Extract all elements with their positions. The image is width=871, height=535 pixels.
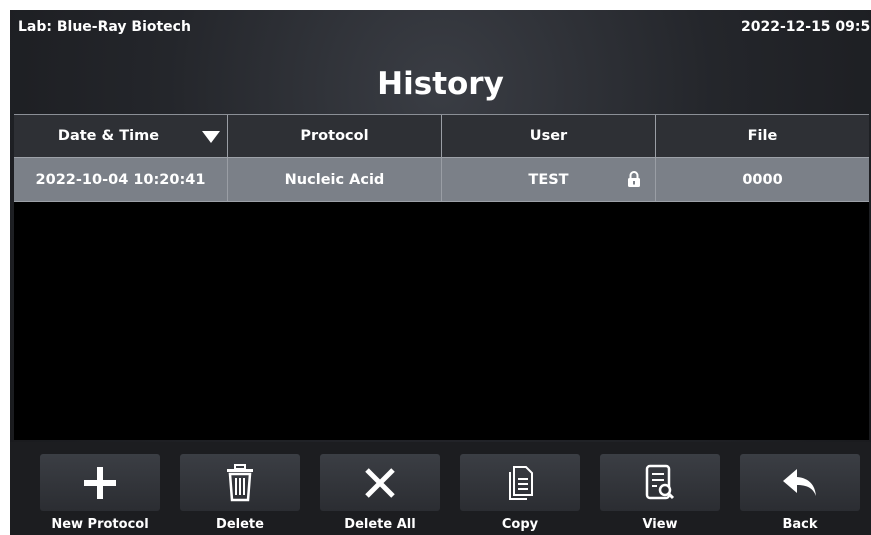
cell-user: TEST xyxy=(442,158,656,201)
column-header-user[interactable]: User xyxy=(442,115,656,157)
lab-name: Lab: Blue-Ray Biotech xyxy=(18,19,191,35)
new-protocol-label: New Protocol xyxy=(51,517,149,532)
history-screen: Lab: Blue-Ray Biotech 2022-12-15 09:59 H… xyxy=(10,10,871,535)
bottom-toolbar: New Protocol Delete Delete All Copy View… xyxy=(10,442,871,535)
copy-icon xyxy=(509,465,533,500)
column-header-protocol[interactable]: Protocol xyxy=(228,115,442,157)
column-header-label: User xyxy=(529,128,568,144)
column-header-label: File xyxy=(747,128,778,144)
delete-all-label: Delete All xyxy=(344,517,416,532)
table-row[interactable]: 2022-10-04 10:20:41 Nucleic Acid TEST 00… xyxy=(14,157,869,202)
cell-protocol: Nucleic Acid xyxy=(228,158,442,201)
table-header-row: Date & Time Protocol User File xyxy=(14,114,869,157)
copy-label: Copy xyxy=(501,517,539,532)
plus-icon xyxy=(84,466,116,499)
trash-icon xyxy=(227,463,253,501)
cell-file: 0000 xyxy=(742,171,783,188)
view-label: View xyxy=(642,517,678,532)
history-table: Date & Time Protocol User File 2022-10-0… xyxy=(14,114,869,440)
delete-button[interactable] xyxy=(180,454,300,511)
back-arrow-icon xyxy=(783,468,816,496)
column-header-date-time[interactable]: Date & Time xyxy=(14,115,228,157)
delete-label: Delete xyxy=(216,517,264,532)
new-protocol-button[interactable] xyxy=(40,454,160,511)
status-datetime: 2022-12-15 09:59 xyxy=(741,19,871,35)
copy-button[interactable] xyxy=(460,454,580,511)
column-header-label: Date & Time xyxy=(57,128,160,144)
sort-descending-icon[interactable] xyxy=(201,130,221,144)
view-document-icon xyxy=(645,464,675,499)
column-header-file[interactable]: File xyxy=(656,115,869,157)
lock-icon xyxy=(628,171,640,187)
back-button[interactable] xyxy=(740,454,860,511)
view-button[interactable] xyxy=(600,454,720,511)
delete-all-button[interactable] xyxy=(320,454,440,511)
cell-date-time: 2022-10-04 10:20:41 xyxy=(14,158,228,201)
x-icon xyxy=(365,467,395,498)
cell-user-label: TEST xyxy=(528,171,569,188)
column-header-label: Protocol xyxy=(300,128,369,144)
back-label: Back xyxy=(782,517,818,532)
page-title: History xyxy=(377,66,504,102)
